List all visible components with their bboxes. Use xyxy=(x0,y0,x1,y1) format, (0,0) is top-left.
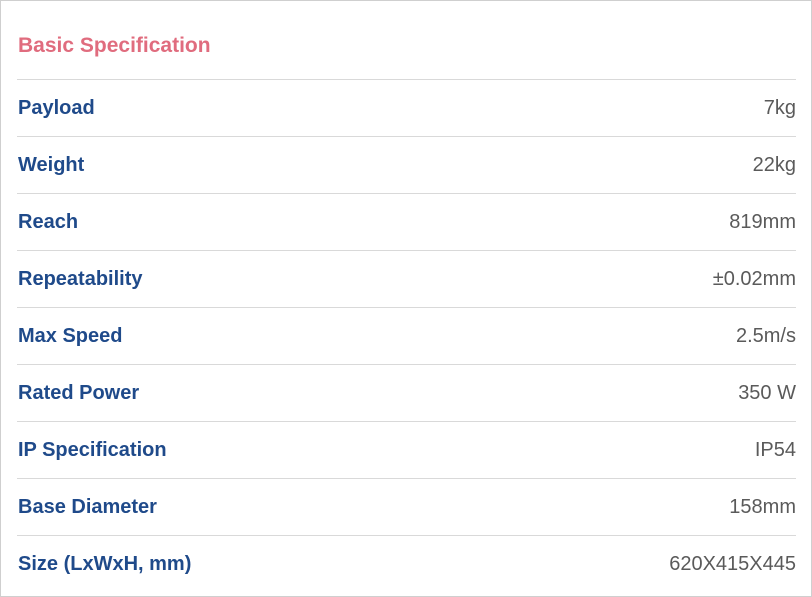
spec-value: 819mm xyxy=(729,210,796,233)
spec-row-repeatability: Repeatability ±0.02mm xyxy=(17,251,796,308)
spec-row-rated-power: Rated Power 350 W xyxy=(17,365,796,422)
spec-table: Payload 7kg Weight 22kg Reach 819mm Repe… xyxy=(17,79,796,592)
spec-value: 620X415X445 xyxy=(669,552,796,575)
spec-value: 350 W xyxy=(738,381,796,404)
spec-row-base-diameter: Base Diameter 158mm xyxy=(17,479,796,536)
spec-row-size: Size (LxWxH, mm) 620X415X445 xyxy=(17,536,796,592)
spec-value: 7kg xyxy=(763,96,796,119)
spec-row-weight: Weight 22kg xyxy=(17,137,796,194)
spec-row-payload: Payload 7kg xyxy=(17,80,796,137)
spec-label: Base Diameter xyxy=(18,495,157,518)
spec-value: ±0.02mm xyxy=(712,267,796,290)
spec-row-reach: Reach 819mm xyxy=(17,194,796,251)
spec-label: Size (LxWxH, mm) xyxy=(18,552,192,575)
spec-label: Repeatability xyxy=(18,267,143,290)
spec-row-max-speed: Max Speed 2.5m/s xyxy=(17,308,796,365)
spec-value: 2.5m/s xyxy=(735,324,796,347)
spec-card: Basic Specification Payload 7kg Weight 2… xyxy=(0,0,812,597)
spec-value: 22kg xyxy=(752,153,796,176)
spec-label: Payload xyxy=(18,96,95,119)
section-title: Basic Specification xyxy=(18,34,211,57)
spec-label: Weight xyxy=(18,153,85,176)
spec-label: Max Speed xyxy=(18,324,123,347)
spec-label: IP Specification xyxy=(18,438,167,461)
spec-label: Rated Power xyxy=(18,381,140,404)
spec-label: Reach xyxy=(18,210,79,233)
spec-row-ip-specification: IP Specification IP54 xyxy=(17,422,796,479)
spec-value: IP54 xyxy=(754,438,796,461)
spec-value: 158mm xyxy=(729,495,796,518)
